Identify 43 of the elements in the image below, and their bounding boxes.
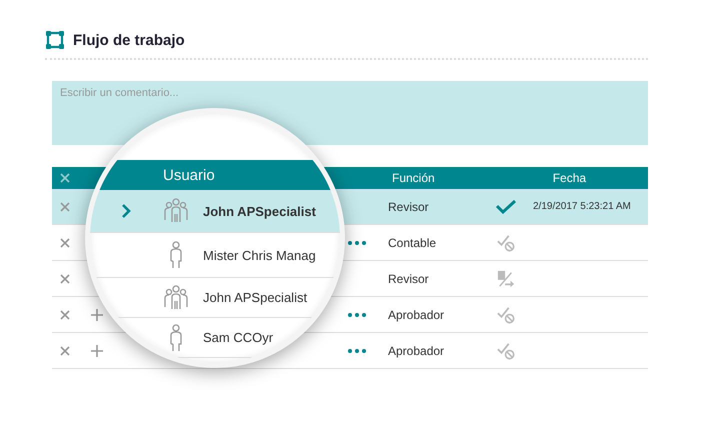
group-icon (164, 198, 188, 224)
column-header: Función (392, 171, 435, 185)
more-icon[interactable] (348, 240, 366, 244)
table-cell-text: Aprobador (388, 308, 446, 322)
user-name: John APSpecialist (203, 204, 316, 218)
plus-icon[interactable] (91, 344, 103, 356)
section-title: Flujo de trabajo (73, 32, 185, 48)
table-row[interactable]: Revisor (348, 261, 648, 296)
table-cell-text: Revisor (388, 272, 430, 286)
group-icon (164, 284, 188, 310)
user-name: Mister Chris Manag (203, 248, 316, 262)
more-icon[interactable] (348, 348, 366, 352)
column-header: Fecha (552, 171, 586, 185)
table-cell-text: Aprobador (388, 344, 446, 358)
user-name: Sam CCOyr (203, 330, 274, 345)
table-cell: 2/19/2017 5:23:21 AM (533, 201, 631, 212)
chevron-icon[interactable] (121, 203, 131, 219)
close-icon[interactable] (60, 238, 70, 248)
check-icon (496, 200, 516, 214)
table-row[interactable]: Aprobador (348, 333, 648, 368)
table-row[interactable]: Sam CCOyr (90, 318, 340, 358)
close-icon[interactable] (60, 274, 70, 284)
table-cell-text: Revisor (388, 200, 430, 214)
close-icon[interactable] (60, 310, 70, 320)
plus-icon[interactable] (91, 308, 103, 320)
more-icon[interactable] (348, 312, 366, 316)
close-icon[interactable] (60, 173, 70, 183)
workflow-icon (45, 30, 65, 50)
person-icon (169, 241, 183, 269)
check-blocked-icon (497, 306, 515, 324)
table-row[interactable]: Aprobador (348, 297, 648, 332)
table-row[interactable]: John APSpecialist (90, 278, 340, 318)
close-icon[interactable] (60, 202, 70, 212)
table-cell-text: Contable (388, 236, 438, 250)
table-row[interactable]: Mister Chris Manag (90, 233, 340, 278)
column-header: Usuario (163, 166, 215, 184)
check-blocked-icon (497, 234, 515, 252)
person-icon (169, 324, 183, 352)
user-name: John APSpecialist (203, 290, 308, 305)
check-blocked-icon (497, 342, 515, 360)
calculator-arrow-icon (497, 270, 515, 288)
close-icon[interactable] (60, 346, 70, 356)
table-row[interactable]: Contable (348, 225, 648, 260)
